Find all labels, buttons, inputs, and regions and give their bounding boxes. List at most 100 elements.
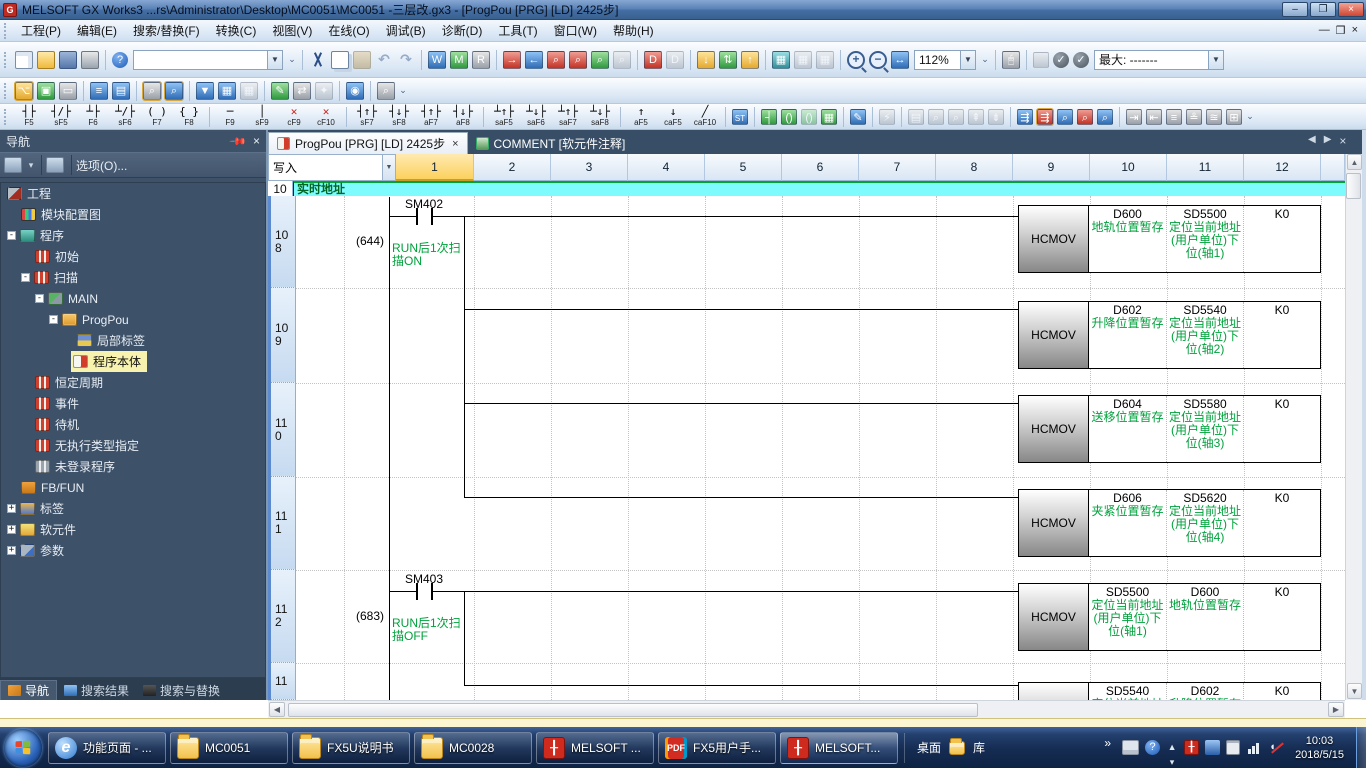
mdi-minimize-icon[interactable]: — (1319, 24, 1330, 37)
program-list-icon[interactable]: ≡ (90, 82, 108, 100)
taskbar-folder-fx5u[interactable]: FX5U说明书 (292, 732, 410, 764)
taskbar-melsoft-1[interactable]: ╂ MELSOFT ... (536, 732, 654, 764)
column-header-6[interactable]: 6 (782, 154, 859, 181)
taskbar-pdf[interactable]: PDF FX5用户手... (658, 732, 776, 764)
column-header-11[interactable]: 11 (1167, 154, 1244, 181)
column-header-8[interactable]: 8 (936, 154, 1013, 181)
pin-icon[interactable]: 📌 (229, 132, 248, 151)
volume-muted-icon[interactable]: ◖ (1269, 740, 1286, 755)
column-header-9[interactable]: 9 (1013, 154, 1090, 181)
element-selection-icon[interactable]: ▣ (37, 82, 55, 100)
operand-device[interactable]: K0 (1245, 207, 1319, 221)
closed-branch-button[interactable]: ┴/├sF6 (110, 105, 140, 129)
menu-find-replace[interactable]: 搜索/替换(F) (125, 20, 208, 41)
scroll-down-icon[interactable]: ▼ (1347, 683, 1362, 699)
find-icon[interactable]: ⌕ (143, 82, 161, 100)
taskbar-folder-mc0051[interactable]: MC0051 (170, 732, 288, 764)
start-button[interactable] (4, 729, 42, 767)
ladder-monitor-icon[interactable]: ▦ (772, 51, 790, 69)
nav-tab-search-replace[interactable]: 搜索与替换 (136, 680, 227, 700)
tree-item-no-exec-type[interactable]: 无执行类型指定 (1, 435, 265, 456)
column-header-1[interactable]: 1 (396, 154, 474, 181)
pulse-branch4-button[interactable]: ┴↓├saF8 (585, 105, 615, 129)
device-batch-icon[interactable]: ▦ (218, 82, 236, 100)
monitor-stop-icon[interactable]: ⌕ (613, 51, 631, 69)
speed-select[interactable]: 最大: -------▼ (1094, 50, 1224, 70)
statement-text[interactable]: 实时地址 (293, 181, 1345, 196)
paste-icon[interactable] (353, 51, 371, 69)
project-selector[interactable]: ▼ (133, 50, 283, 70)
zoom-out-icon[interactable]: − (869, 51, 887, 69)
new-icon[interactable] (15, 51, 33, 69)
device-search-box-icon[interactable]: ⌕ (569, 51, 587, 69)
restore-button[interactable]: ❐ (1310, 2, 1336, 17)
monitor-mode-icon[interactable]: M (450, 51, 468, 69)
operand-device[interactable]: K0 (1245, 397, 1319, 411)
menu-edit[interactable]: 编辑(E) (69, 20, 125, 41)
instruction-block[interactable]: HCMOV D602升降位置暂存 SD5540定位当前地址(用户单位)下位(轴2… (1018, 301, 1321, 369)
operand-device[interactable]: SD5620 (1168, 491, 1242, 505)
open-contact-button[interactable]: ┤├F5 (14, 105, 44, 129)
column-header-2[interactable]: 2 (474, 154, 551, 181)
column-header-12[interactable]: 12 (1244, 154, 1321, 181)
write-to-plc-icon[interactable]: W (428, 51, 446, 69)
toolbar-chevron[interactable]: » (1104, 736, 1111, 750)
closed-contact-button[interactable]: ┤/├sF5 (46, 105, 76, 129)
close-button[interactable]: × (1338, 2, 1364, 17)
delete-row-icon[interactable]: ⇤ (1146, 109, 1162, 125)
tool-icon[interactable]: 🖰 (1002, 51, 1020, 69)
show-desktop-button[interactable] (1356, 727, 1366, 768)
delete-hline-button[interactable]: ✕cF9 (279, 105, 309, 129)
edit-contact-icon[interactable]: ┤ (761, 109, 777, 125)
convert-pulse-button[interactable]: ↓caF5 (658, 105, 688, 129)
copy-icon[interactable] (331, 51, 349, 69)
ladder-canvas[interactable]: 108 109 110 111 112 11 SM402 (644) RUN后1… (268, 196, 1345, 700)
horizontal-scroll-thumb[interactable] (288, 703, 978, 717)
mdi-restore-icon[interactable]: ❒ (1336, 24, 1346, 37)
track-b-icon[interactable]: ⇶ (1037, 109, 1053, 125)
instruction-block[interactable]: HCMOV D600地轨位置暂存 SD5500定位当前地址(用户单位)下位(轴1… (1018, 205, 1321, 273)
delete-vline-button[interactable]: ✕cF10 (311, 105, 341, 129)
monitor-start-icon[interactable]: ⌕ (591, 51, 609, 69)
register-watch-icon[interactable]: ✎ (271, 82, 289, 100)
zoom-in-icon[interactable]: + (847, 51, 865, 69)
app-tray-icon[interactable] (1205, 740, 1220, 755)
help-tray-icon[interactable]: ? (1145, 740, 1160, 755)
tree-item-fbfun[interactable]: FB/FUN (1, 477, 265, 498)
hline-button[interactable]: ─F9 (215, 105, 245, 129)
horizontal-scrollbar[interactable]: ◀ ▶ (268, 700, 1345, 718)
operand-device[interactable]: K0 (1245, 491, 1319, 505)
track-a-icon[interactable]: ⇶ (1017, 109, 1033, 125)
tree-item-program-body[interactable]: 程序本体 (1, 351, 265, 372)
edit-find-icon[interactable]: ⌕ (1077, 109, 1093, 125)
align-left-icon[interactable]: ≡ (1166, 109, 1182, 125)
column-header-4[interactable]: 4 (628, 154, 705, 181)
online-read-icon[interactable]: ← (525, 51, 543, 69)
device-search-icon[interactable]: ⌕ (377, 82, 395, 100)
nav-tab-navigation[interactable]: 导航 (0, 680, 57, 700)
contact-device-label[interactable]: SM403 (388, 572, 460, 586)
tree-collapse-icon[interactable] (46, 157, 64, 173)
inline-st-icon[interactable]: ST (732, 109, 748, 125)
pulse-branch1-button[interactable]: ┴↑├saF5 (489, 105, 519, 129)
open-icon[interactable] (37, 51, 55, 69)
open-branch-button[interactable]: ┴├F6 (78, 105, 108, 129)
tab-progpou[interactable]: ProgPou [PRG] [LD] 2425步 × (268, 132, 468, 154)
mdi-close-icon[interactable]: × (1352, 24, 1358, 37)
instruction-block[interactable]: HCMOV SD5540定位当前地址 D602升降位置暂存 K0 (1018, 682, 1321, 700)
tree-display-icon[interactable] (4, 157, 22, 173)
device-search-red-icon[interactable]: ⌕ (547, 51, 565, 69)
column-header-3[interactable]: 3 (551, 154, 628, 181)
operand-device[interactable]: SD5540 (1168, 303, 1242, 317)
online-write-icon[interactable]: → (503, 51, 521, 69)
tab-scroll-right-icon[interactable]: ▶ (1324, 134, 1332, 148)
clipboard-tray-icon[interactable] (1226, 740, 1240, 755)
scroll-left-icon[interactable]: ◀ (269, 702, 285, 717)
print-icon[interactable] (81, 51, 99, 69)
dev-display-icon[interactable]: D (644, 51, 662, 69)
operand-device[interactable]: SD5540 (1090, 684, 1165, 698)
tree-item-label[interactable]: +标签 (1, 498, 265, 519)
taskbar-folder-mc0028[interactable]: MC0028 (414, 732, 532, 764)
keyboard-tray-icon[interactable] (1122, 740, 1139, 755)
redo-icon[interactable]: ↷ (397, 51, 415, 69)
